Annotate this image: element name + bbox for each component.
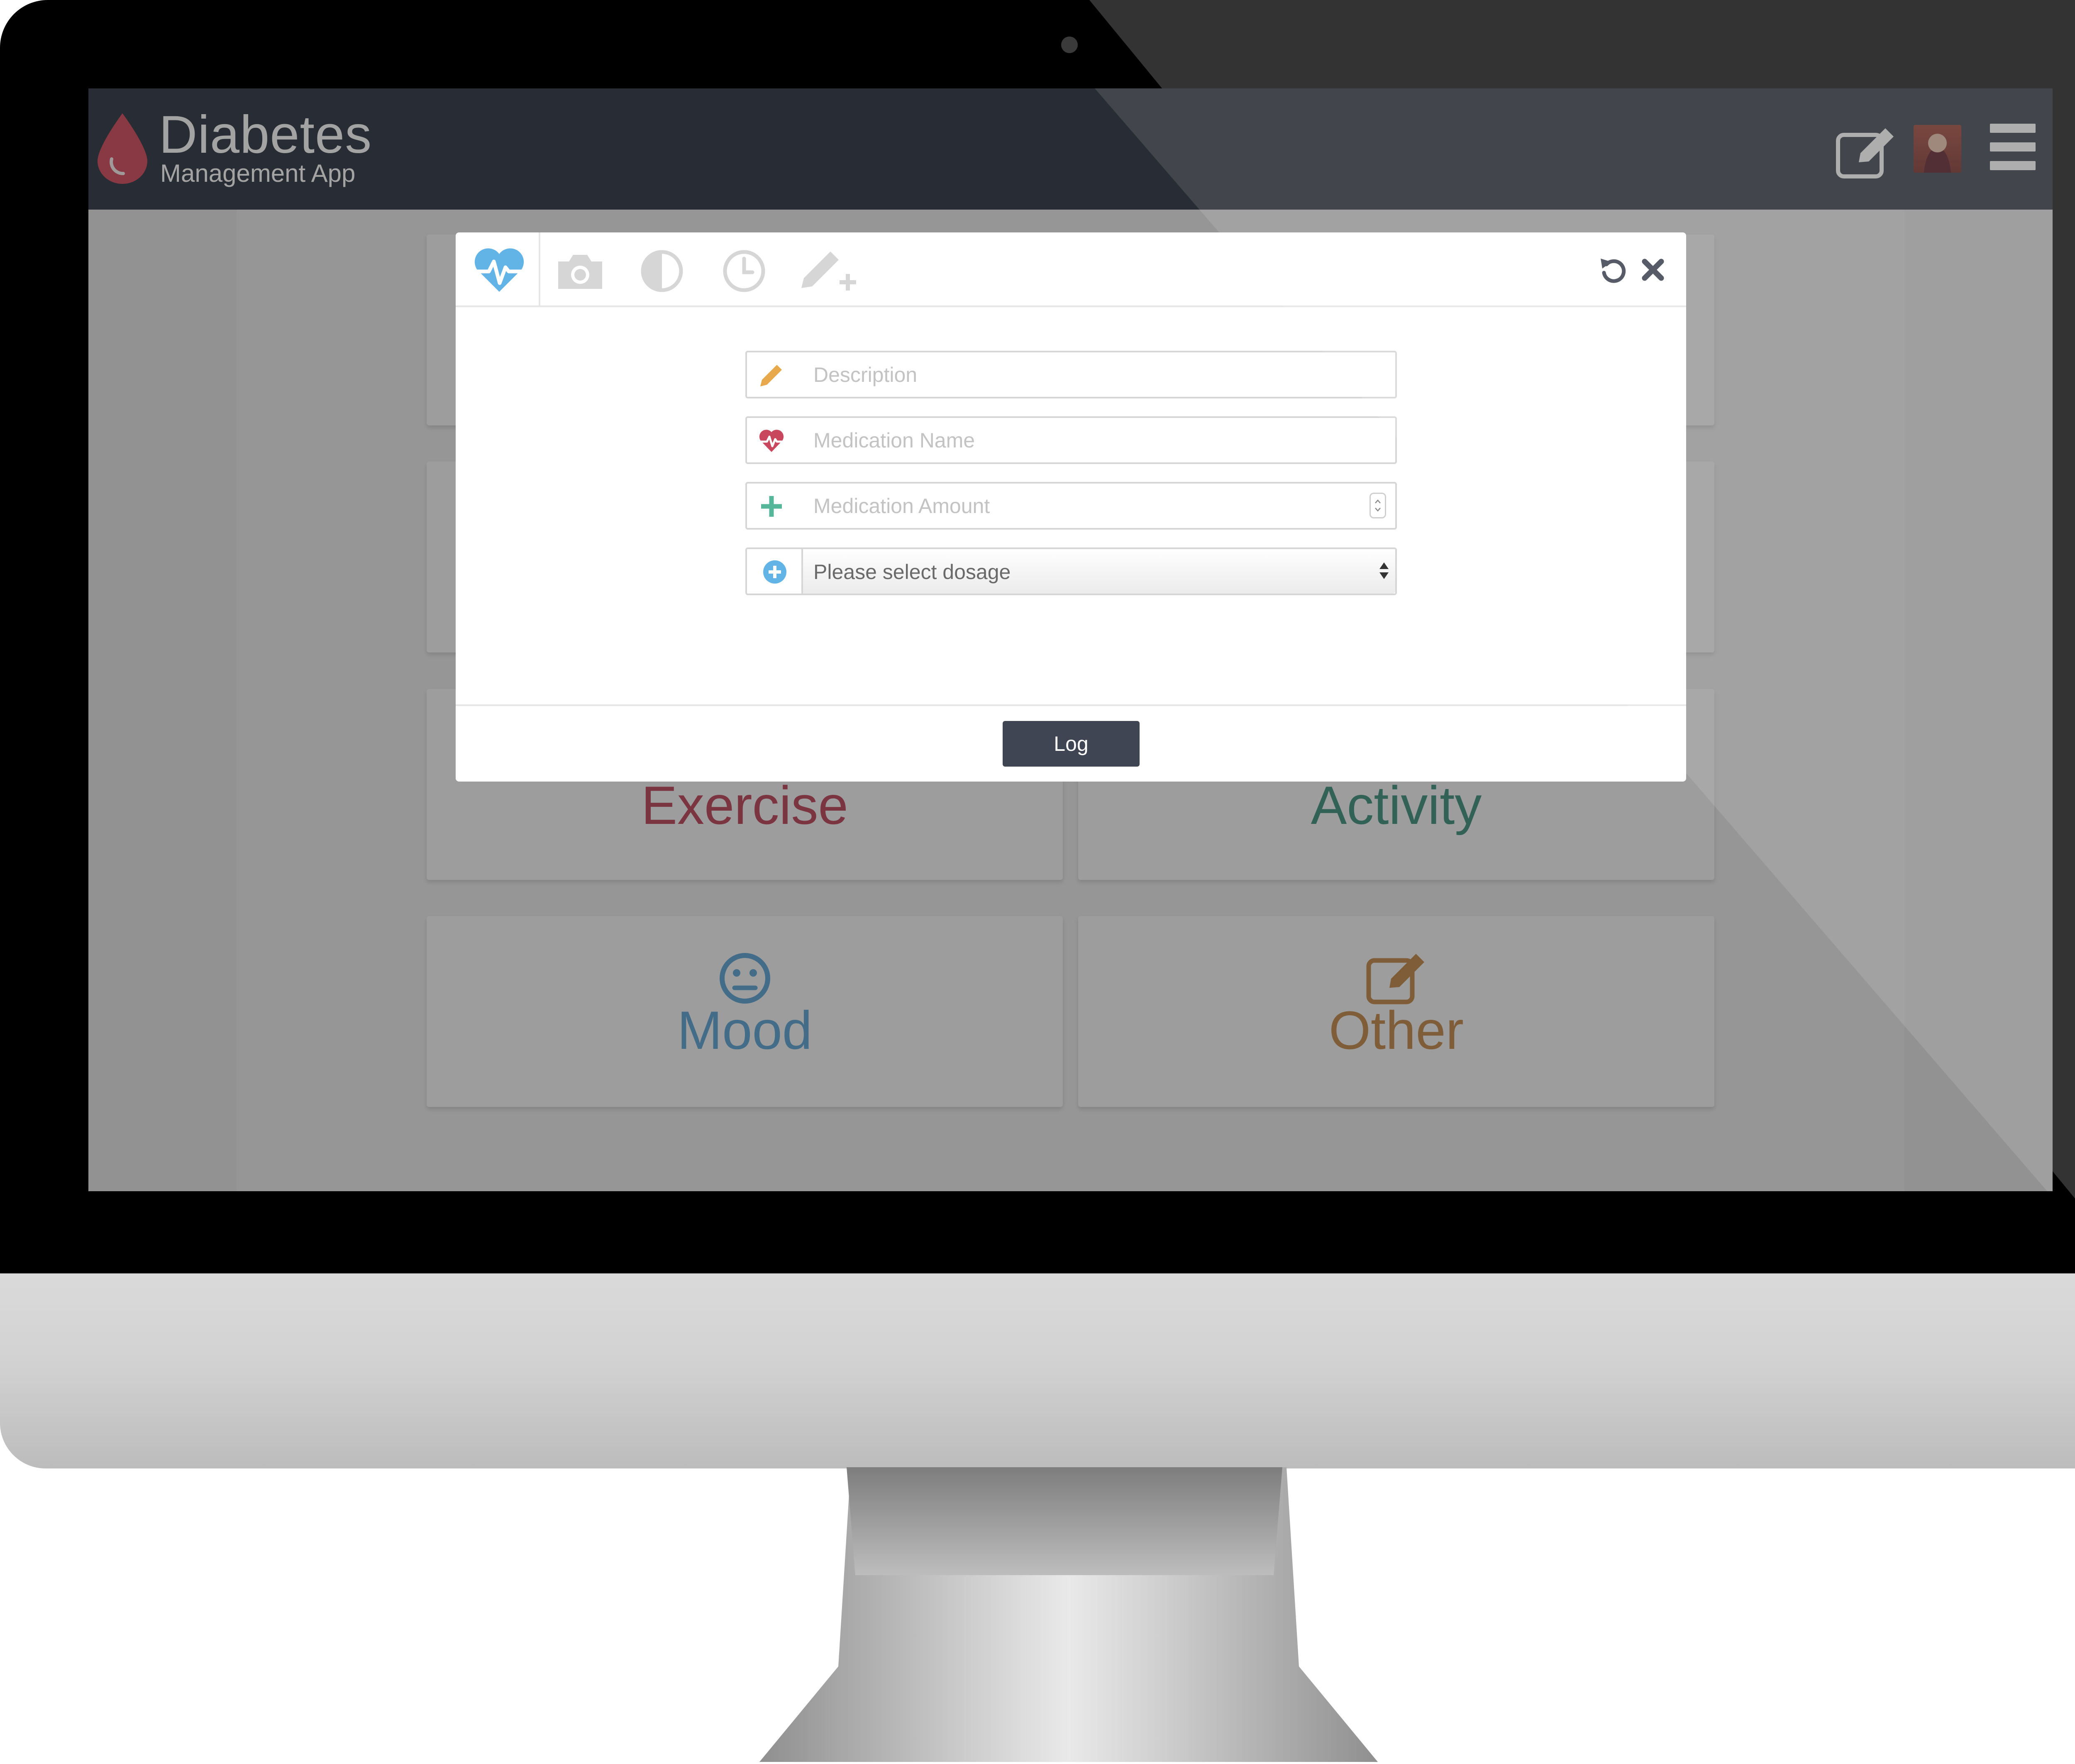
select-arrows-icon [1379, 562, 1389, 579]
plus-icon [761, 496, 782, 517]
monitor-stand-neck [847, 1467, 1282, 1575]
app-screen: Diabetes Management App Exercise Activit… [88, 88, 2053, 1191]
description-field [745, 351, 1397, 398]
plus-circle-icon [763, 560, 786, 584]
monitor-chin [0, 1273, 2075, 1468]
pencil-icon [760, 365, 782, 386]
dosage-field: Please select dosage [745, 547, 1397, 595]
webcam-dot [1061, 37, 1078, 53]
pencil-plus-icon[interactable] [798, 248, 860, 294]
contrast-icon[interactable] [635, 248, 689, 294]
heartbeat-icon[interactable] [472, 248, 526, 294]
medication-name-input[interactable] [813, 418, 1361, 462]
camera-icon[interactable] [553, 248, 607, 294]
dosage-select[interactable]: Please select dosage [803, 549, 1395, 594]
medication-amount-input[interactable] [813, 484, 1361, 528]
dosage-addon [747, 549, 803, 594]
active-tab-divider [539, 232, 540, 307]
dialog-footer-divider [456, 704, 1686, 706]
heartbeat-icon [759, 430, 784, 452]
medication-name-field [745, 416, 1397, 464]
dosage-select-value: Please select dosage [813, 560, 1011, 584]
clock-icon[interactable] [717, 248, 771, 294]
number-stepper-icon[interactable] [1370, 493, 1386, 518]
description-input[interactable] [813, 352, 1361, 397]
medication-amount-field [745, 482, 1397, 530]
log-button[interactable]: Log [1003, 721, 1140, 767]
